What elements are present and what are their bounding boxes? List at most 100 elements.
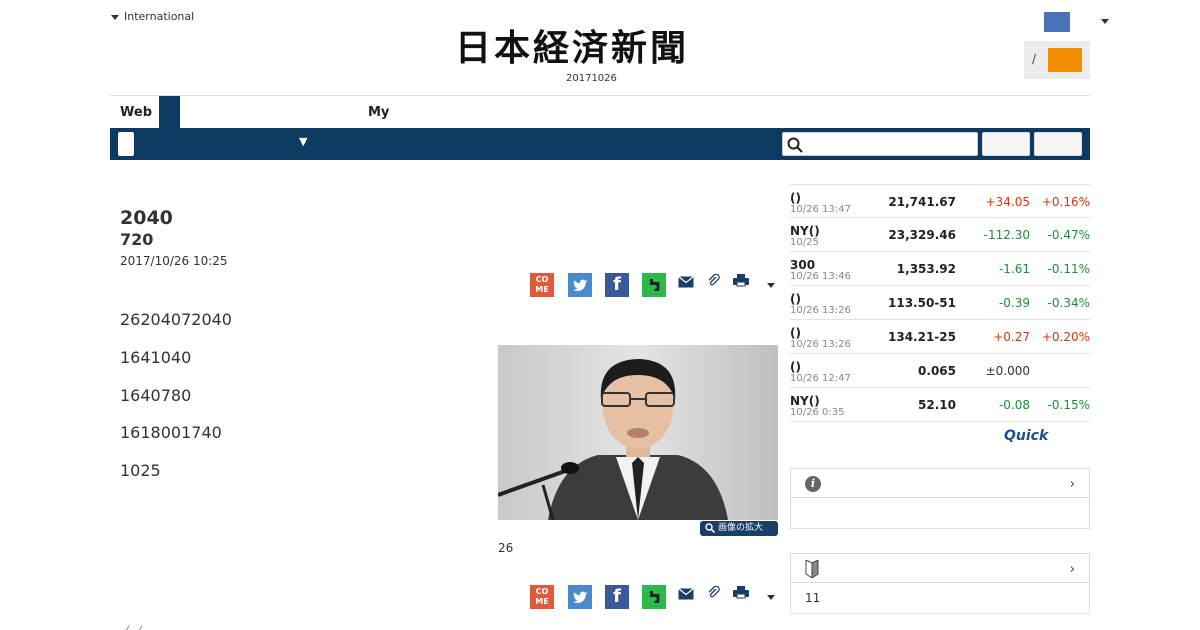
clip-icon[interactable] [707, 585, 721, 604]
market-row[interactable]: NY() 10/26 0:35 52.10 -0.08 -0.15% [790, 388, 1090, 422]
user-menu-button[interactable] [1044, 12, 1070, 32]
international-label: International [124, 10, 195, 23]
photo-caption: 26 [498, 541, 514, 555]
image-zoom-label: 画像の拡大 [718, 523, 764, 533]
market-name: () [790, 326, 801, 340]
article-paragraph: 26204072040 [120, 310, 232, 329]
beginner-mark-icon [805, 559, 819, 582]
article-title: 2040 [120, 207, 173, 229]
market-percent: +0.20% [1041, 330, 1090, 344]
market-change: -112.30 [983, 228, 1030, 242]
nav-home-button[interactable] [118, 132, 134, 156]
image-zoom-button[interactable]: 画像の拡大 [700, 521, 778, 536]
info-box-header[interactable]: i › [791, 469, 1089, 498]
nav-extra-button[interactable] [1034, 132, 1082, 156]
market-name: NY() [790, 394, 820, 408]
search-box[interactable] [782, 132, 978, 156]
magnifier-icon [705, 523, 715, 533]
article-subtitle: 720 [120, 230, 154, 249]
facebook-icon[interactable]: f [605, 585, 629, 609]
market-row[interactable]: () 10/26 12:47 0.065 ±0.000 [790, 354, 1090, 388]
market-row[interactable]: NY() 10/25 23,329.46 -112.30 -0.47% [790, 218, 1090, 252]
beginner-box: › 11 [790, 553, 1090, 614]
share-bar-bottom: CO ME f [530, 585, 780, 609]
info-box: i › [790, 468, 1090, 529]
twitter-icon[interactable] [568, 585, 592, 609]
market-name: NY() [790, 224, 820, 238]
search-input[interactable] [807, 135, 972, 153]
site-logo[interactable]: 日本経済新聞 [455, 28, 745, 68]
evernote-icon[interactable] [642, 585, 666, 609]
print-icon[interactable] [733, 273, 749, 292]
quick-logo[interactable]: Quick [1004, 428, 1048, 444]
market-change: ±0.000 [985, 364, 1030, 378]
login-panel: / [1024, 41, 1090, 79]
article-photo[interactable] [498, 345, 778, 520]
market-row[interactable]: 300 10/26 13:46 1,353.92 -1.61 -0.11% [790, 252, 1090, 286]
market-time: 10/26 0:35 [790, 407, 845, 418]
market-name: 300 [790, 258, 816, 272]
beginner-box-body: 11 [791, 583, 1089, 613]
article-paragraph: 1640780 [120, 386, 192, 405]
facebook-icon[interactable]: f [605, 273, 629, 297]
share-bar-top: CO ME f [530, 273, 780, 297]
market-time: 10/26 13:46 [790, 271, 851, 282]
market-change: -0.39 [998, 296, 1030, 310]
market-row[interactable]: () 10/26 13:26 113.50-51 -0.39 -0.34% [790, 286, 1090, 320]
market-percent: -0.11% [1047, 262, 1090, 276]
market-time: 10/26 13:26 [790, 339, 851, 350]
market-name: () [790, 191, 801, 205]
print-icon[interactable] [733, 585, 749, 604]
caret-down-icon [111, 14, 119, 20]
tab-active-indicator[interactable] [159, 96, 180, 128]
chevron-right-icon[interactable]: › [1070, 562, 1075, 577]
market-value: 134.21-25 [888, 330, 956, 344]
market-time: 10/26 13:47 [790, 204, 851, 215]
bottom-hint: 〈 〈 [120, 622, 143, 630]
main-nav-bar: ▼ [110, 128, 1090, 160]
beginner-box-header[interactable]: › [791, 554, 1089, 583]
market-value: 21,741.67 [888, 195, 956, 209]
market-value: 113.50-51 [888, 296, 956, 310]
market-change: -0.08 [998, 398, 1030, 412]
mail-icon[interactable] [678, 273, 694, 292]
market-value: 0.065 [918, 364, 956, 378]
search-button[interactable] [982, 132, 1030, 156]
evernote-icon[interactable] [642, 273, 666, 297]
market-row[interactable]: () 10/26 13:26 134.21-25 +0.27 +0.20% [790, 320, 1090, 354]
market-row[interactable]: () 10/26 13:47 21,741.67 +34.05 +0.16% [790, 184, 1090, 218]
info-icon: i [805, 476, 821, 492]
market-change: +0.27 [993, 330, 1030, 344]
article-timestamp: 2017/10/26 10:25 [120, 254, 228, 268]
market-percent: -0.15% [1047, 398, 1090, 412]
market-percent: +0.16% [1041, 195, 1090, 209]
market-value: 52.10 [918, 398, 956, 412]
share-more-icon[interactable] [767, 283, 775, 288]
market-name: () [790, 360, 801, 374]
twitter-icon[interactable] [568, 273, 592, 297]
market-time: 10/25 [790, 237, 819, 248]
article-paragraph: 1025 [120, 461, 161, 480]
share-more-icon[interactable] [767, 595, 775, 600]
article-paragraph: 1641040 [120, 348, 192, 367]
login-button[interactable] [1048, 48, 1082, 72]
market-percent: -0.47% [1047, 228, 1090, 242]
user-caret-icon[interactable] [1101, 19, 1109, 24]
clip-icon[interactable] [707, 273, 721, 292]
nav-dropdown-arrow[interactable]: ▼ [299, 135, 307, 148]
header-date: 20171026 [566, 73, 617, 84]
chevron-right-icon[interactable]: › [1070, 477, 1075, 492]
come-icon[interactable]: CO ME [530, 273, 554, 297]
tab-my[interactable]: My [368, 105, 389, 120]
market-change: +34.05 [985, 195, 1030, 209]
mail-icon[interactable] [678, 585, 694, 604]
market-time: 10/26 13:26 [790, 305, 851, 316]
beginner-count: 11 [805, 591, 821, 605]
login-separator: / [1032, 52, 1037, 66]
tab-web[interactable]: Web [120, 105, 152, 120]
market-percent: -0.34% [1047, 296, 1090, 310]
article-paragraph: 1618001740 [120, 423, 222, 442]
market-time: 10/26 12:47 [790, 373, 851, 384]
come-icon[interactable]: CO ME [530, 585, 554, 609]
international-link[interactable]: International [111, 10, 194, 23]
